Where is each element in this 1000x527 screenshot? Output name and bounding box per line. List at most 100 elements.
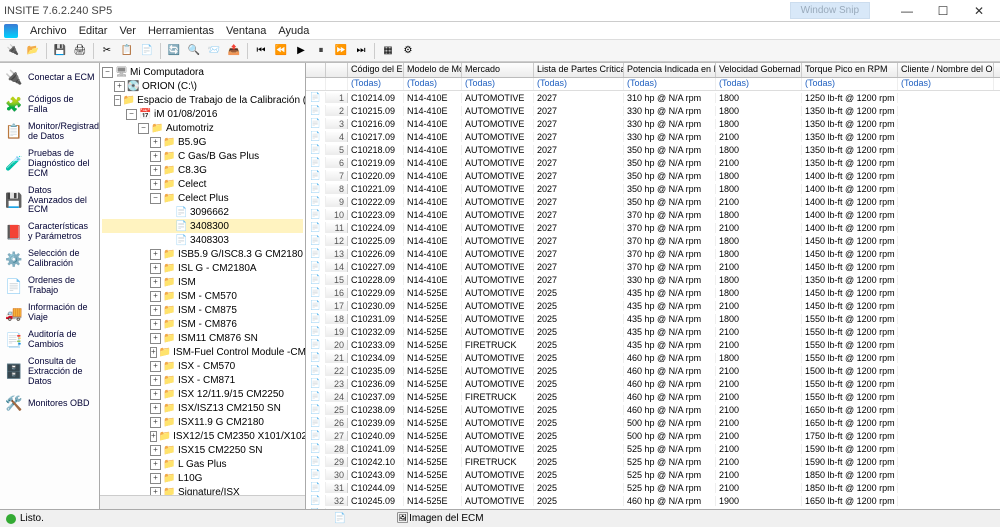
expand-icon[interactable]: +	[150, 151, 161, 162]
grid-row[interactable]: 📄19C10232.09N14-525EAUTOMOTIVE2025435 hp…	[306, 325, 1000, 338]
minimize-button[interactable]: —	[890, 2, 924, 20]
tool-pause-icon[interactable]: ⏸	[312, 42, 330, 60]
side-item[interactable]: 🔌Conectar a ECM	[2, 65, 97, 91]
grid-row[interactable]: 📄22C10235.09N14-525EAUTOMOTIVE2025460 hp…	[306, 364, 1000, 377]
tool-play-icon[interactable]: ▶	[292, 42, 310, 60]
side-item[interactable]: 📄Ordenes de Trabajo	[2, 273, 97, 299]
col-filter[interactable]: (Todas)	[462, 78, 534, 90]
calibration-tree[interactable]: −🖥Mi Computadora+💽ORION (C:\)−📁Espacio d…	[100, 63, 305, 495]
grid-row[interactable]: 📄23C10236.09N14-525EAUTOMOTIVE2025460 hp…	[306, 377, 1000, 390]
expand-icon[interactable]: +	[150, 263, 161, 274]
close-button[interactable]: ✕	[962, 2, 996, 20]
tree-row[interactable]: +💽ORION (C:\)	[102, 79, 303, 93]
expand-icon[interactable]: −	[126, 109, 137, 120]
menu-herramientas[interactable]: Herramientas	[142, 23, 220, 39]
grid-row[interactable]: 📄3C10216.09N14-410EAUTOMOTIVE2027330 hp …	[306, 117, 1000, 130]
side-item[interactable]: 📕Características y Parámetros	[2, 219, 97, 245]
expand-icon[interactable]: +	[150, 375, 161, 386]
tree-row[interactable]: +📁C8.3G	[102, 163, 303, 177]
grid-row[interactable]: 📄12C10225.09N14-410EAUTOMOTIVE2027370 hp…	[306, 234, 1000, 247]
col-header[interactable]: Torque Pico en RPM	[802, 63, 898, 77]
expand-icon[interactable]: +	[150, 319, 161, 330]
expand-icon[interactable]: +	[150, 445, 161, 456]
col-header[interactable]: Mercado	[462, 63, 534, 77]
tree-row[interactable]: +📁L Gas Plus	[102, 457, 303, 471]
expand-icon[interactable]: +	[150, 165, 161, 176]
tree-hscroll[interactable]	[100, 495, 305, 509]
expand-icon[interactable]: +	[150, 361, 161, 372]
tool-connect-icon[interactable]: 🔌	[4, 42, 22, 60]
grid-filter-row[interactable]: (Todas)(Todas)(Todas)(Todas)(Todas)(Toda…	[306, 78, 1000, 91]
tree-row[interactable]: +📁ISX/ISZ13 CM2150 SN	[102, 401, 303, 415]
expand-icon[interactable]: +	[150, 179, 161, 190]
expand-icon[interactable]: +	[150, 417, 161, 428]
col-header[interactable]: Modelo de Motor	[404, 63, 462, 77]
tool-send-icon[interactable]: 📨	[205, 42, 223, 60]
tree-row[interactable]: 📄3408303	[102, 233, 303, 247]
expand-icon[interactable]: +	[150, 291, 161, 302]
grid-row[interactable]: 📄28C10241.09N14-525EAUTOMOTIVE2025525 hp…	[306, 442, 1000, 455]
grid-row[interactable]: 📄2C10215.09N14-410EAUTOMOTIVE2027330 hp …	[306, 104, 1000, 117]
expand-icon[interactable]: +	[150, 305, 161, 316]
tool-export-icon[interactable]: 📤	[225, 42, 243, 60]
col-header[interactable]	[306, 63, 326, 77]
tool-open-icon[interactable]: 📂	[24, 42, 42, 60]
expand-icon[interactable]: +	[150, 403, 161, 414]
grid-row[interactable]: 📄15C10228.09N14-410EAUTOMOTIVE2027330 hp…	[306, 273, 1000, 286]
expand-icon[interactable]: −	[150, 193, 161, 204]
side-item[interactable]: 🛠️Monitores OBD	[2, 391, 97, 417]
col-header[interactable]: Lista de Partes Críticas	[534, 63, 624, 77]
maximize-button[interactable]: ☐	[926, 2, 960, 20]
tool-last-icon[interactable]: ⏭	[352, 42, 370, 60]
tree-row[interactable]: +📁ISX15 CM2250 SN	[102, 443, 303, 457]
expand-icon[interactable]: −	[138, 123, 149, 134]
expand-icon[interactable]: +	[150, 487, 161, 496]
tree-row[interactable]: +📁C Gas/B Gas Plus	[102, 149, 303, 163]
tool-save-icon[interactable]: 💾	[51, 42, 69, 60]
tree-row[interactable]: −📅iM 01/08/2016	[102, 107, 303, 121]
tree-row[interactable]: −🖥Mi Computadora	[102, 65, 303, 79]
tree-row[interactable]: +📁ISM-Fuel Control Module -CM	[102, 345, 303, 359]
side-item[interactable]: 📋Monitor/Registrador de Datos	[2, 119, 97, 145]
side-item[interactable]: ⚙️Selección de Calibración	[2, 246, 97, 272]
tree-row[interactable]: +📁ISM - CM875	[102, 303, 303, 317]
col-header[interactable]	[326, 63, 348, 77]
tree-row[interactable]: +📁B5.9G	[102, 135, 303, 149]
side-item[interactable]: 💾Datos Avanzados del ECM	[2, 183, 97, 219]
expand-icon[interactable]: +	[150, 459, 161, 470]
grid-row[interactable]: 📄13C10226.09N14-410EAUTOMOTIVE2027370 hp…	[306, 247, 1000, 260]
col-filter[interactable]: (Todas)	[898, 78, 994, 90]
col-filter[interactable]: (Todas)	[404, 78, 462, 90]
grid-row[interactable]: 📄32C10245.09N14-525EAUTOMOTIVE2025460 hp…	[306, 494, 1000, 507]
tree-row[interactable]: +📁ISX 12/11.9/15 CM2250	[102, 387, 303, 401]
tool-cut-icon[interactable]: ✂	[98, 42, 116, 60]
grid-row[interactable]: 📄21C10234.09N14-525EAUTOMOTIVE2025460 hp…	[306, 351, 1000, 364]
col-filter[interactable]: (Todas)	[348, 78, 404, 90]
grid-header[interactable]: Código del ECMModelo de MotorMercadoList…	[306, 63, 1000, 78]
grid-row[interactable]: 📄7C10220.09N14-410EAUTOMOTIVE2027350 hp …	[306, 169, 1000, 182]
tool-print-icon[interactable]: 🖨	[71, 42, 89, 60]
tree-row[interactable]: +📁ISB5.9 G/ISC8.3 G CM2180	[102, 247, 303, 261]
side-item[interactable]: 📑Auditoría de Cambios	[2, 327, 97, 353]
tree-row[interactable]: −📁Espacio de Trabajo de la Calibración (…	[102, 93, 303, 107]
col-header[interactable]: Potencia Indicada en RPM	[624, 63, 716, 77]
tool-settings-icon[interactable]: ⚙	[399, 42, 417, 60]
side-item[interactable]: 🚚Información de Viaje	[2, 300, 97, 326]
tree-row[interactable]: 📄3408300	[102, 219, 303, 233]
tree-row[interactable]: +📁ISM - CM570	[102, 289, 303, 303]
grid-row[interactable]: 📄29C10242.10N14-525EFIRETRUCK2025525 hp …	[306, 455, 1000, 468]
expand-icon[interactable]: +	[114, 81, 125, 92]
grid-row[interactable]: 📄14C10227.09N14-410EAUTOMOTIVE2027370 hp…	[306, 260, 1000, 273]
expand-icon[interactable]: +	[150, 277, 161, 288]
grid-row[interactable]: 📄30C10243.09N14-525EAUTOMOTIVE2025525 hp…	[306, 468, 1000, 481]
grid-body[interactable]: 📄1C10214.09N14-410EAUTOMOTIVE2027310 hp …	[306, 91, 1000, 509]
col-header[interactable]: Velocidad Gobernada	[716, 63, 802, 77]
tree-row[interactable]: 📄3096662	[102, 205, 303, 219]
tool-refresh-icon[interactable]: 🔄	[165, 42, 183, 60]
tree-row[interactable]: −📁Automotriz	[102, 121, 303, 135]
expand-icon[interactable]: −	[102, 67, 113, 78]
grid-row[interactable]: 📄8C10221.09N14-410EAUTOMOTIVE2027350 hp …	[306, 182, 1000, 195]
menu-archivo[interactable]: Archivo	[24, 23, 73, 39]
col-filter[interactable]: (Todas)	[716, 78, 802, 90]
grid-row[interactable]: 📄25C10238.09N14-525EAUTOMOTIVE2025460 hp…	[306, 403, 1000, 416]
